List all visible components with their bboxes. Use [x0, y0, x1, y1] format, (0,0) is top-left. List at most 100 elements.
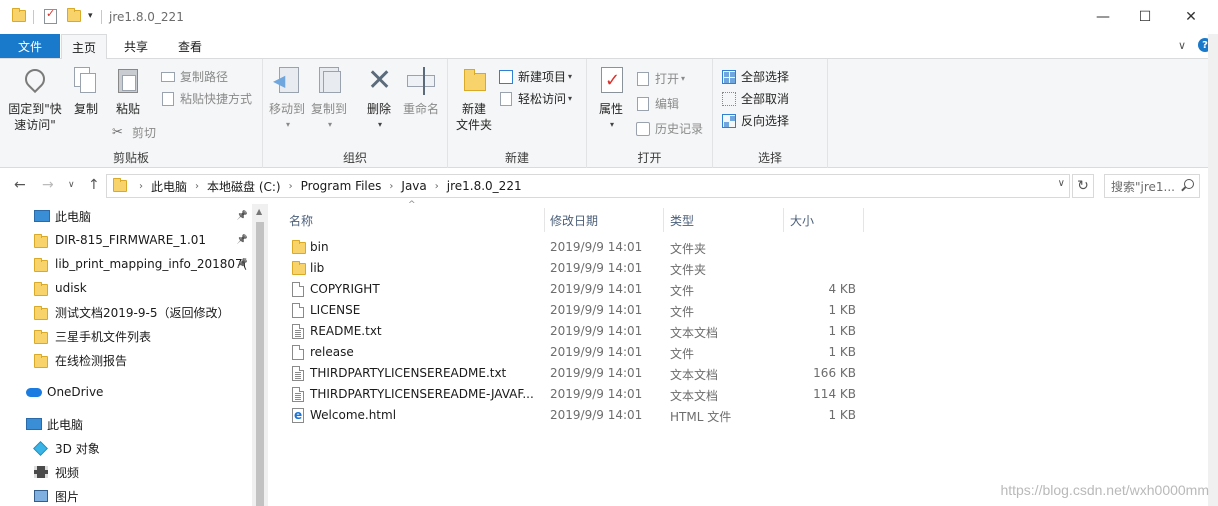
nav-item[interactable]: 测试文档2019-9-5（返回修改）: [0, 300, 252, 324]
folder-icon: [34, 354, 48, 368]
new-item-button[interactable]: 新建项目 ▾: [498, 68, 572, 85]
nav-item[interactable]: OneDrive: [0, 380, 252, 404]
copy-path-icon: [160, 69, 176, 85]
copy-to-button[interactable]: 复制到 ▾: [309, 65, 349, 133]
select-none-button[interactable]: 全部取消: [721, 90, 789, 107]
right-edge-scrollbar[interactable]: [1208, 34, 1218, 506]
file-row[interactable]: THIRDPARTYLICENSEREADME.txt 2019/9/9 14:0…: [284, 363, 864, 384]
group-label-new: 新建: [504, 151, 529, 165]
close-button[interactable]: ✕: [1168, 0, 1214, 34]
select-all-icon: [721, 69, 737, 85]
collapse-ribbon-icon[interactable]: ∨: [1178, 39, 1186, 52]
breadcrumb-item[interactable]: Program Files: [301, 179, 382, 193]
nav-item[interactable]: 此电脑: [0, 412, 252, 436]
pinned-icon[interactable]: 📌: [237, 211, 248, 221]
history-button[interactable]: 历史记录: [635, 120, 703, 137]
edit-button[interactable]: 编辑: [635, 95, 679, 112]
customize-toolbar-icon[interactable]: ▾: [88, 11, 93, 21]
nav-item[interactable]: 此电脑 📌: [0, 204, 252, 228]
easy-access-button[interactable]: 轻松访问 ▾: [498, 90, 572, 107]
file-row[interactable]: lib 2019/9/9 14:01 文件夹: [284, 258, 864, 279]
folder-icon: [113, 178, 127, 192]
address-history-icon[interactable]: ∨: [1058, 178, 1065, 189]
maximize-button[interactable]: ☐: [1122, 0, 1168, 34]
column-header-date[interactable]: 修改日期: [550, 208, 598, 232]
nav-item[interactable]: 3D 对象: [0, 436, 252, 460]
tab-home[interactable]: 主页: [61, 34, 107, 59]
column-header-name[interactable]: 名称: [289, 208, 313, 232]
forward-arrow-icon[interactable]: →: [42, 177, 54, 193]
copy-icon: [70, 65, 102, 97]
nav-item[interactable]: lib_print_mapping_info_201807(📌: [0, 252, 252, 276]
tab-share[interactable]: 共享: [114, 34, 158, 59]
rename-icon: [405, 65, 437, 97]
delete-icon: ✕: [367, 63, 393, 98]
search-input[interactable]: 搜索"jre1...: [1104, 174, 1200, 198]
properties-quick-icon[interactable]: ✓: [44, 7, 57, 24]
group-clipboard: 固定到"快 速访问" 复制 粘贴 复制路径 粘贴快捷方式 ✂ 剪切 剪贴板: [0, 59, 263, 169]
pin-quick-access-button[interactable]: 固定到"快 速访问": [6, 64, 64, 133]
invert-selection-button[interactable]: 反向选择: [721, 112, 789, 129]
select-all-button[interactable]: 全部选择: [721, 68, 789, 85]
scroll-up-icon[interactable]: ▲: [256, 207, 262, 216]
tab-file[interactable]: 文件: [0, 34, 60, 58]
nav-scrollbar[interactable]: ▲: [252, 204, 268, 506]
breadcrumb-item[interactable]: Java: [401, 179, 426, 193]
group-select: 全部选择 全部取消 反向选择 选择: [713, 59, 828, 169]
address-bar[interactable]: › 此电脑 › 本地磁盘 (C:) › Program Files › Java…: [106, 174, 1070, 198]
search-icon: [1184, 179, 1194, 189]
cube-icon: [33, 441, 48, 456]
copy-to-icon: [313, 65, 345, 97]
file-row[interactable]: README.txt 2019/9/9 14:01 文本文档 1 KB: [284, 321, 864, 342]
minimize-button[interactable]: —: [1080, 0, 1126, 34]
file-row[interactable]: COPYRIGHT 2019/9/9 14:01 文件 4 KB: [284, 279, 864, 300]
open-icon: [635, 71, 651, 87]
up-arrow-icon[interactable]: ↑: [88, 177, 100, 193]
file-row[interactable]: LICENSE 2019/9/9 14:01 文件 1 KB: [284, 300, 864, 321]
new-folder-icon: [458, 65, 490, 97]
refresh-icon[interactable]: ↻: [1072, 174, 1094, 198]
copy-button[interactable]: 复制: [68, 65, 104, 117]
recent-locations-icon[interactable]: ∨: [68, 180, 75, 190]
file-date: 2019/9/9 14:01: [550, 387, 643, 401]
open-button[interactable]: 打开 ▾: [635, 70, 685, 87]
nav-item[interactable]: 视频: [0, 460, 252, 484]
properties-button[interactable]: ✓ 属性 ▾: [593, 65, 629, 133]
back-arrow-icon[interactable]: ←: [14, 177, 26, 193]
nav-item[interactable]: 图片: [0, 484, 252, 506]
rename-button[interactable]: 重命名: [401, 65, 441, 117]
file-date: 2019/9/9 14:01: [550, 408, 643, 422]
nav-item[interactable]: DIR-815_FIRMWARE_1.01 📌: [0, 228, 252, 252]
file-row[interactable]: Welcome.html 2019/9/9 14:01 HTML 文件 1 KB: [284, 405, 864, 426]
cut-button[interactable]: ✂ 剪切: [112, 124, 156, 141]
move-to-button[interactable]: ◀ 移动到 ▾: [267, 65, 307, 133]
file-type: 文件: [670, 305, 695, 319]
column-header-size[interactable]: 大小: [790, 208, 814, 232]
nav-item-label: OneDrive: [47, 385, 104, 399]
paste-button[interactable]: 粘贴: [110, 65, 146, 117]
breadcrumb-item[interactable]: jre1.8.0_221: [447, 179, 522, 193]
nav-item[interactable]: 在线检测报告: [0, 348, 252, 372]
file-row[interactable]: THIRDPARTYLICENSEREADME-JAVAF... 2019/9/9…: [284, 384, 864, 405]
nav-item[interactable]: 三星手机文件列表: [0, 324, 252, 348]
window-title: jre1.8.0_221: [109, 10, 184, 24]
file-row[interactable]: bin 2019/9/9 14:01 文件夹: [284, 237, 864, 258]
pinned-icon[interactable]: 📌: [237, 235, 248, 245]
breadcrumb-item[interactable]: 本地磁盘 (C:): [207, 178, 281, 195]
copy-path-button[interactable]: 复制路径: [160, 68, 228, 85]
breadcrumb-item[interactable]: 此电脑: [151, 178, 187, 195]
nav-item-label: lib_print_mapping_info_201807(: [55, 257, 248, 271]
column-header-type[interactable]: 类型: [670, 208, 694, 232]
paste-shortcut-button[interactable]: 粘贴快捷方式: [160, 90, 252, 107]
pinned-icon[interactable]: 📌: [237, 259, 248, 269]
folder-icon: [34, 258, 48, 272]
cloud-icon: [26, 386, 42, 397]
new-folder-quick-icon[interactable]: [67, 8, 81, 22]
nav-item[interactable]: udisk: [0, 276, 252, 300]
file-row[interactable]: release 2019/9/9 14:01 文件 1 KB: [284, 342, 864, 363]
new-folder-button[interactable]: 新建 文件夹: [454, 65, 494, 133]
new-item-icon: [498, 69, 514, 85]
tab-view[interactable]: 查看: [168, 34, 212, 59]
delete-button[interactable]: ✕ 删除 ▾: [361, 65, 397, 133]
scrollbar-thumb[interactable]: [256, 222, 264, 506]
